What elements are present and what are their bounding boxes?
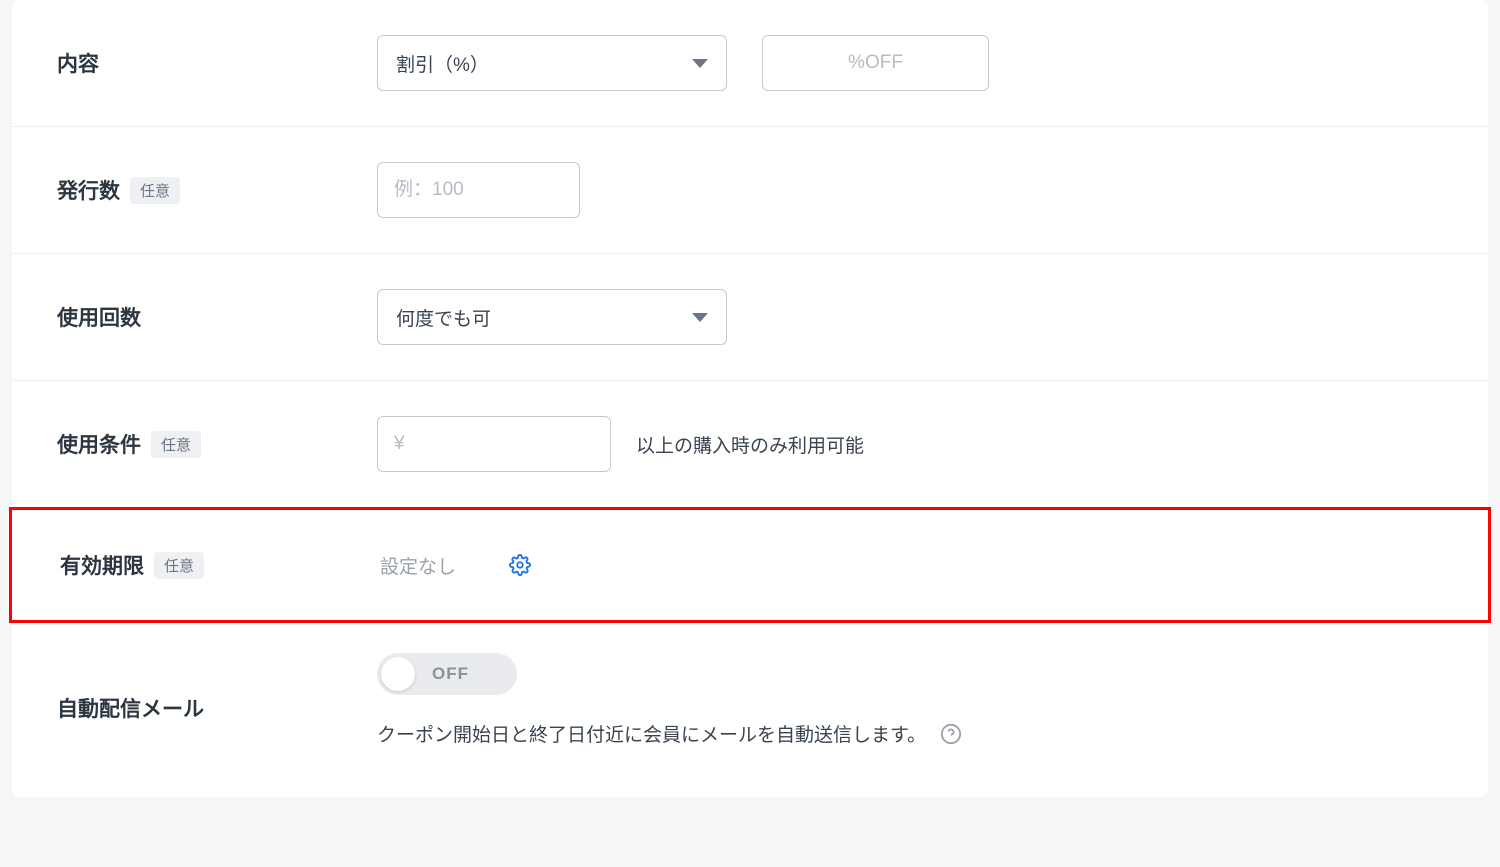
input-col-condition: 以上の購入時のみ利用可能 <box>377 416 864 472</box>
label-content: 内容 <box>57 48 99 78</box>
chevron-down-icon <box>692 313 708 322</box>
input-issue-count[interactable] <box>377 162 580 218</box>
input-percent-off[interactable] <box>762 35 989 91</box>
row-auto-mail: 自動配信メール OFF クーポン開始日と終了日付近に会員にメールを自動送信します… <box>12 623 1488 757</box>
label-auto-mail: 自動配信メール <box>57 693 204 723</box>
input-condition-amount[interactable] <box>377 416 611 472</box>
label-col-condition: 使用条件 任意 <box>57 429 377 459</box>
badge-optional-issue: 任意 <box>130 177 180 204</box>
row-content: 内容 割引（%） <box>12 0 1488 127</box>
row-usage-count: 使用回数 何度でも可 <box>12 254 1488 381</box>
label-usage-count: 使用回数 <box>57 302 141 332</box>
select-usage-count[interactable]: 何度でも可 <box>377 289 727 345</box>
label-col-usage: 使用回数 <box>57 302 377 332</box>
badge-optional-expiration: 任意 <box>154 552 204 579</box>
badge-optional-condition: 任意 <box>151 431 201 458</box>
row-usage-condition: 使用条件 任意 以上の購入時のみ利用可能 <box>12 381 1488 507</box>
toggle-state-label: OFF <box>432 664 469 684</box>
select-usage-value: 何度でも可 <box>396 304 682 331</box>
text-expiration-value: 設定なし <box>380 552 456 579</box>
toggle-auto-mail[interactable]: OFF <box>377 653 517 695</box>
help-row: クーポン開始日と終了日付近に会員にメールを自動送信します。 <box>377 720 962 747</box>
gear-icon[interactable] <box>509 554 531 576</box>
label-usage-condition: 使用条件 <box>57 429 141 459</box>
input-col-automail: OFF クーポン開始日と終了日付近に会員にメールを自動送信します。 <box>377 653 962 747</box>
label-expiration: 有効期限 <box>60 550 144 580</box>
row-expiration: 有効期限 任意 設定なし <box>9 507 1491 623</box>
label-issue-count: 発行数 <box>57 175 120 205</box>
input-col-issue <box>377 162 580 218</box>
row-issue-count: 発行数 任意 <box>12 127 1488 254</box>
label-col-automail: 自動配信メール <box>57 653 377 723</box>
label-col-issue: 発行数 任意 <box>57 175 377 205</box>
select-discount-value: 割引（%） <box>396 50 682 77</box>
label-col-content: 内容 <box>57 48 377 78</box>
chevron-down-icon <box>692 59 708 68</box>
text-auto-mail-help: クーポン開始日と終了日付近に会員にメールを自動送信します。 <box>377 720 926 747</box>
coupon-settings-panel: 内容 割引（%） 発行数 任意 使用回数 何度でも可 <box>12 0 1488 797</box>
help-icon[interactable] <box>940 723 962 745</box>
select-discount-type[interactable]: 割引（%） <box>377 35 727 91</box>
input-col-usage: 何度でも可 <box>377 289 727 345</box>
input-col-expiration: 設定なし <box>380 552 531 579</box>
toggle-knob <box>381 657 415 691</box>
text-condition-suffix: 以上の購入時のみ利用可能 <box>636 431 864 458</box>
label-col-expiration: 有効期限 任意 <box>60 550 380 580</box>
input-col-content: 割引（%） <box>377 35 989 91</box>
